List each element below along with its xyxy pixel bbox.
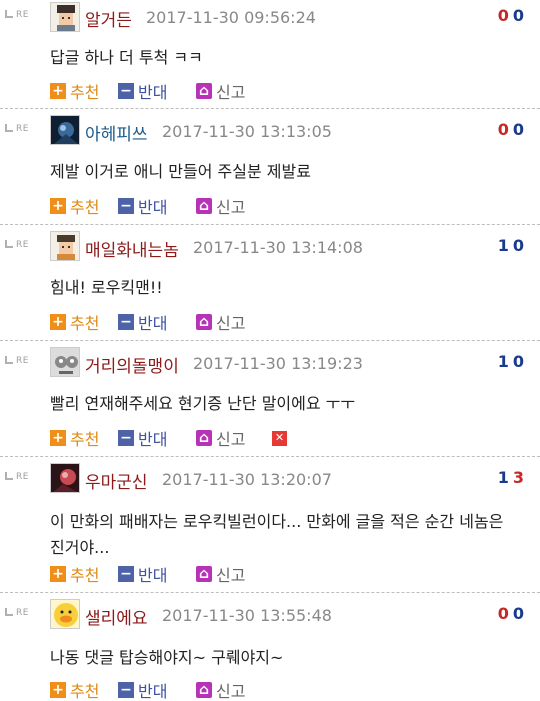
gray-face-avatar-icon	[51, 348, 79, 376]
recommend-button[interactable]: + 추천	[50, 427, 99, 449]
plus-icon: +	[50, 314, 66, 330]
comment-date: 2017-11-30 13:14:08	[193, 238, 363, 257]
comment-date: 2017-11-30 13:55:48	[162, 606, 332, 625]
pixel-avatar-icon	[57, 235, 75, 260]
comment-divider	[0, 592, 540, 593]
comment-date: 2017-11-30 09:56:24	[146, 8, 316, 27]
report-icon: ⌂	[196, 566, 212, 582]
oppose-button[interactable]: − 반대	[118, 311, 167, 333]
report-icon: ⌂	[196, 198, 212, 214]
plus-icon: +	[50, 83, 66, 99]
avatar[interactable]	[50, 231, 80, 261]
comment-divider	[0, 224, 540, 225]
comment-author[interactable]: 아헤피쓰	[85, 120, 148, 145]
plus-icon: +	[50, 198, 66, 214]
minus-icon: −	[118, 566, 134, 582]
comment-date: 2017-11-30 13:13:05	[162, 122, 332, 141]
comment-author[interactable]: 매일화내는놈	[85, 236, 179, 261]
minus-icon: −	[118, 314, 134, 330]
comment-text: 나동 댓글 탑승해야지~ 구뤠야지~	[50, 648, 284, 667]
plus-icon: +	[50, 430, 66, 446]
report-icon: ⌂	[196, 314, 212, 330]
dark-photo-avatar-icon	[51, 116, 79, 144]
comment-divider	[0, 456, 540, 457]
comment-author[interactable]: 샐리에요	[85, 604, 148, 629]
avatar[interactable]	[50, 599, 80, 629]
recommend-button[interactable]: + 추천	[50, 679, 99, 701]
recommend-button[interactable]: + 추천	[50, 311, 99, 333]
comment-author[interactable]: 우마군신	[85, 468, 148, 493]
vote-count: 13	[497, 468, 524, 487]
minus-icon: −	[118, 682, 134, 698]
recommend-button[interactable]: + 추천	[50, 195, 99, 217]
oppose-button[interactable]: − 반대	[118, 195, 167, 217]
comment-text: 답글 하나 더 투척 ㅋㅋ	[50, 48, 203, 67]
oppose-button[interactable]: − 반대	[118, 427, 167, 449]
avatar[interactable]	[50, 115, 80, 145]
minus-icon: −	[118, 430, 134, 446]
report-button[interactable]: ⌂ 신고	[196, 563, 245, 585]
oppose-button[interactable]: − 반대	[118, 80, 167, 102]
oppose-button[interactable]: − 반대	[118, 679, 167, 701]
duck-avatar-icon	[51, 600, 79, 628]
comment-text: 빨리 연재해주세요 현기증 난단 말이에요 ㅜㅜ	[50, 394, 356, 413]
comment-author[interactable]: 거리의돌맹이	[85, 352, 179, 377]
report-icon: ⌂	[196, 682, 212, 698]
pixel-avatar-icon	[57, 5, 75, 31]
vote-count: 00	[497, 120, 524, 139]
reply-icon: RE	[5, 356, 35, 370]
reply-icon: RE	[5, 472, 35, 486]
comment-author[interactable]: 알거든	[85, 6, 132, 31]
vote-count: 00	[497, 6, 524, 25]
reply-icon: RE	[5, 124, 35, 138]
comment-text: 이 만화의 패배자는 로우킥빌런이다... 만화에 글을 적은 순간 네놈은 진…	[50, 512, 504, 557]
delete-button[interactable]: ✕	[272, 427, 291, 449]
close-icon: ✕	[272, 430, 287, 446]
reply-icon: RE	[5, 240, 35, 254]
avatar[interactable]	[50, 2, 80, 32]
recommend-button[interactable]: + 추천	[50, 80, 99, 102]
report-icon: ⌂	[196, 430, 212, 446]
recommend-button[interactable]: + 추천	[50, 563, 99, 585]
comment-date: 2017-11-30 13:20:07	[162, 470, 332, 489]
red-photo-avatar-icon	[51, 464, 79, 492]
comment-divider	[0, 340, 540, 341]
avatar[interactable]	[50, 463, 80, 493]
report-button[interactable]: ⌂ 신고	[196, 311, 245, 333]
minus-icon: −	[118, 198, 134, 214]
oppose-button[interactable]: − 반대	[118, 563, 167, 585]
vote-count: 00	[497, 604, 524, 623]
comment-divider	[0, 108, 540, 109]
reply-icon: RE	[5, 10, 35, 24]
report-button[interactable]: ⌂ 신고	[196, 427, 245, 449]
avatar[interactable]	[50, 347, 80, 377]
vote-count: 10	[497, 352, 524, 371]
comment-text: 힘내! 로우킥맨!!	[50, 278, 163, 297]
vote-count: 10	[497, 236, 524, 255]
report-icon: ⌂	[196, 83, 212, 99]
comment-text: 제발 이거로 애니 만들어 주실분 제발료	[50, 162, 311, 181]
report-button[interactable]: ⌂ 신고	[196, 679, 245, 701]
comment-date: 2017-11-30 13:19:23	[193, 354, 363, 373]
report-button[interactable]: ⌂ 신고	[196, 195, 245, 217]
plus-icon: +	[50, 566, 66, 582]
plus-icon: +	[50, 682, 66, 698]
reply-icon: RE	[5, 608, 35, 622]
report-button[interactable]: ⌂ 신고	[196, 80, 245, 102]
minus-icon: −	[118, 83, 134, 99]
